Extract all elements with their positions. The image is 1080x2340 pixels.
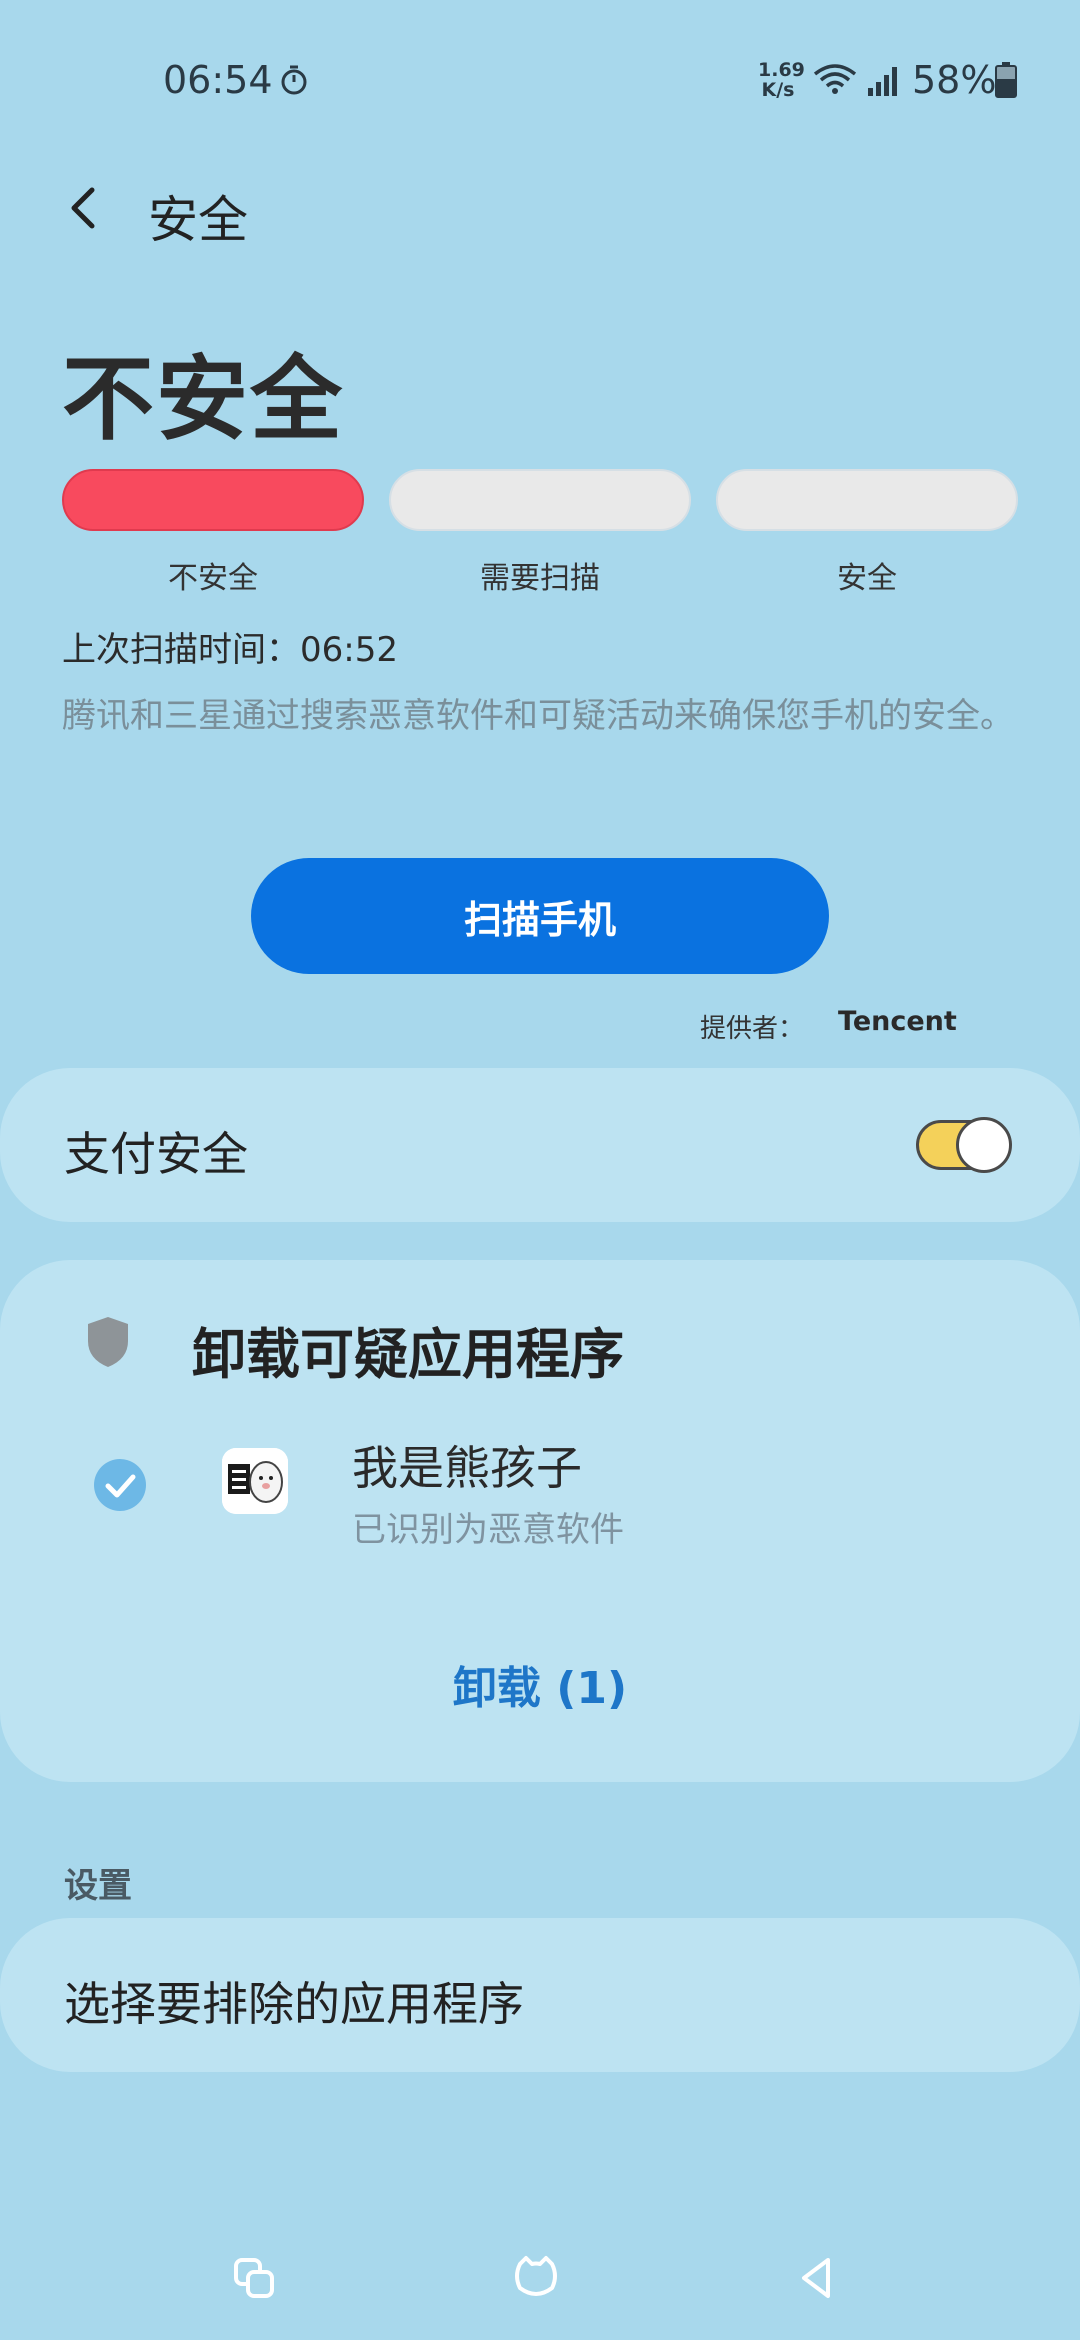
status-label-needs-scan: 需要扫描 [480, 561, 600, 596]
suspicious-apps-title: 卸载可疑应用程序 [192, 1323, 624, 1386]
status-label-unsafe: 不安全 [168, 561, 258, 596]
toggle-knob [956, 1117, 1012, 1173]
recent-apps-icon[interactable] [232, 2256, 276, 2300]
wifi-icon [813, 64, 857, 94]
network-speed-value: 1.69 [758, 59, 805, 81]
battery-icon [995, 62, 1017, 98]
status-time: 06:54 [163, 58, 273, 102]
status-segment-needs-scan [389, 469, 691, 531]
home-icon[interactable] [512, 2254, 560, 2298]
app-status: 已识别为恶意软件 [352, 1510, 624, 1550]
network-speed: 1.69 K/s [758, 59, 805, 101]
settings-header: 设置 [64, 1866, 132, 1906]
signal-icon [868, 67, 897, 96]
app-icon [222, 1448, 288, 1514]
provider-name: Tencent [838, 1006, 957, 1037]
scan-phone-button[interactable]: 扫描手机 [251, 858, 829, 974]
payment-security-label: 支付安全 [64, 1127, 248, 1181]
security-status-title: 不安全 [62, 346, 345, 453]
last-scan-time: 上次扫描时间：06:52 [62, 630, 398, 670]
uninstall-button[interactable]: 卸载 (1) [0, 1652, 1080, 1716]
app-name: 我是熊孩子 [352, 1441, 582, 1495]
battery-percent: 58% [912, 58, 997, 102]
status-segment-safe [716, 469, 1018, 531]
back-icon[interactable] [796, 2256, 836, 2300]
status-segment-unsafe [62, 469, 364, 531]
checkbox-checked-icon[interactable] [93, 1458, 147, 1512]
exclude-apps-label: 选择要排除的应用程序 [64, 1977, 524, 2031]
network-speed-unit: K/s [761, 79, 795, 101]
security-description: 腾讯和三星通过搜索恶意软件和可疑活动来确保您手机的安全。 [62, 696, 1014, 736]
page-title: 安全 [148, 191, 248, 249]
status-label-safe: 安全 [837, 561, 897, 596]
timer-icon [281, 65, 307, 95]
shield-icon [88, 1317, 128, 1367]
provider-label: 提供者： [700, 1014, 805, 1044]
back-button[interactable] [60, 180, 108, 236]
